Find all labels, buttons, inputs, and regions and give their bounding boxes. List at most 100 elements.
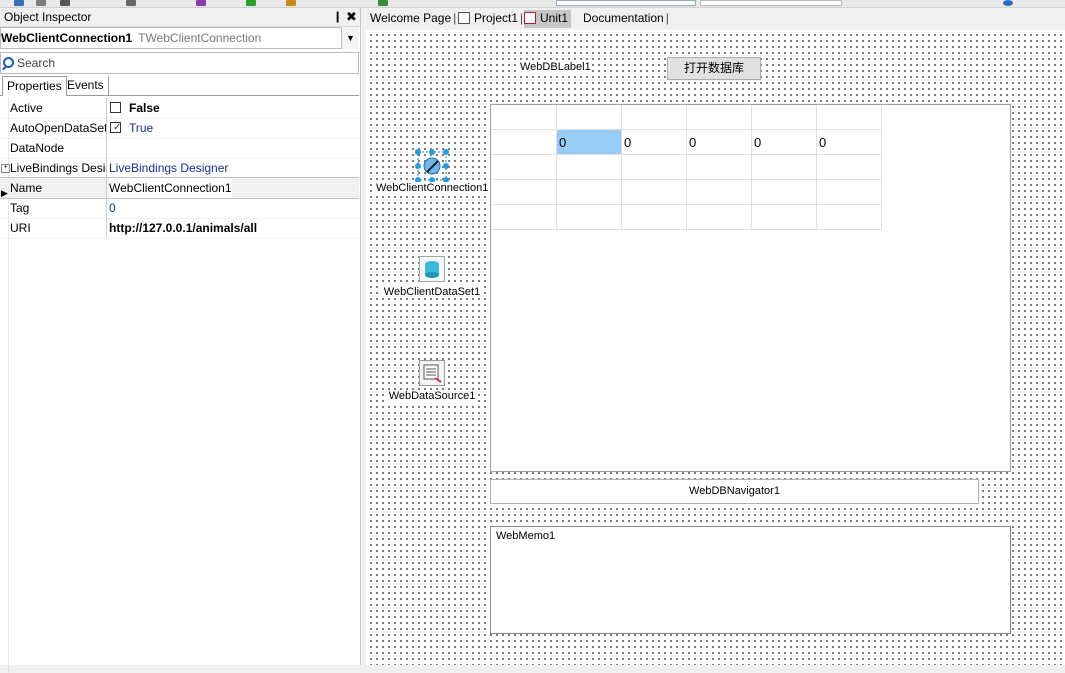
search-icon-handle [2,65,7,71]
tab-properties[interactable]: Properties [2,76,67,96]
property-value[interactable]: http://127.0.0.1/animals/all [109,218,257,238]
tab-welcome-page[interactable]: Welcome Page [370,10,456,28]
grid-cell[interactable]: 0 [622,130,687,155]
view-icon[interactable] [196,0,206,6]
tab-documentation[interactable]: Documentation [583,10,669,28]
dataset-icon [419,256,445,282]
pin-icon[interactable]: ❙ [333,10,342,23]
grid-cell[interactable] [817,205,882,230]
autoopendataset-checkbox[interactable]: ✓ [110,122,121,133]
tab-unit[interactable]: Unit1 [524,10,572,28]
property-row-uri[interactable]: URI http://127.0.0.1/animals/all [0,218,359,239]
platform-dropdown[interactable] [700,0,842,6]
grid-cell[interactable] [557,180,622,205]
grid-cell[interactable] [622,155,687,180]
grid-cell[interactable] [687,180,752,205]
debug-icon[interactable] [286,0,296,6]
client-connection-icon [415,149,449,183]
property-key: Name [10,181,43,195]
property-key: DataNode [10,141,65,155]
inspector-tabs: Properties Events [0,76,359,96]
grid-header-cell [687,105,752,130]
grid-header-cell [622,105,687,130]
tab-label: Documentation [583,11,664,25]
open-database-button[interactable]: 打开数据库 [667,57,761,80]
webmemo[interactable]: WebMemo1 [490,526,1011,634]
grid-cell[interactable] [622,180,687,205]
webdbnavigator[interactable]: WebDBNavigator1 [490,479,979,504]
property-row-active[interactable]: Active False [0,98,359,119]
grid-cell[interactable]: 0 [687,130,752,155]
grid-header-cell [491,105,557,130]
open-icon[interactable] [60,0,70,6]
grid-cell-selected[interactable]: 0 [557,130,622,155]
grid-header-cell [817,105,882,130]
grid-cell[interactable] [817,155,882,180]
grid-cell[interactable] [817,180,882,205]
component-webclientdataset[interactable]: WebClientDataSet1 [382,256,482,302]
check-icon: ✓ [113,122,122,133]
expand-icon[interactable]: + [1,164,10,173]
grid-cell[interactable] [557,155,622,180]
component-caption: WebClientDataSet1 [382,286,482,298]
property-row-autoopendataset[interactable]: AutoOpenDataSet ✓ True [0,118,359,139]
grid-cell[interactable] [752,155,817,180]
property-key: AutoOpenDataSet [10,121,106,135]
webdblabel[interactable]: WebDBLabel1 [520,61,591,73]
grid-row-indicator [491,180,557,205]
tab-label: Project1 [474,11,519,25]
grid-cell[interactable]: 0 [817,130,882,155]
help-icon[interactable] [1003,0,1013,6]
run-icon[interactable] [246,0,256,6]
data-grid[interactable]: 0 0 0 0 0 [490,104,1011,472]
property-key: URI [10,221,31,235]
tab-label: Welcome Page [370,11,452,25]
grid-cell[interactable] [622,205,687,230]
property-key: LiveBindings Designer [10,161,106,175]
component-webclientconnection[interactable]: WebClientConnection1 [376,148,488,196]
grid-header-cell [752,105,817,130]
tab-events[interactable]: Events [63,76,109,96]
property-row-livebindings[interactable]: + LiveBindings Designer LiveBindings Des… [0,158,359,179]
grid-cell[interactable] [557,205,622,230]
property-value: False [129,101,160,115]
grid-cell[interactable]: 0 [752,130,817,155]
selected-object-class: TWebClientConnection [138,31,262,45]
save-all-icon[interactable] [36,0,46,6]
grid-cell[interactable] [687,205,752,230]
property-value[interactable]: LiveBindings Designer [109,158,228,178]
grid-row-indicator [491,130,557,155]
property-row-datanode[interactable]: DataNode [0,138,359,159]
component-webdatasource[interactable]: WebDataSource1 [388,360,476,406]
tab-label: Unit1 [540,11,569,25]
close-icon[interactable]: ✖ [346,9,357,25]
grid-row-indicator [491,205,557,230]
property-key: Tag [10,201,30,215]
grid-cell[interactable] [752,180,817,205]
object-selector[interactable]: WebClientConnection1 TWebClientConnection [0,27,359,49]
new-icon[interactable] [126,0,136,6]
datasource-icon [419,360,445,386]
search-input[interactable]: Search [0,52,359,74]
step-icon[interactable] [378,0,388,6]
property-value[interactable]: 0 [109,198,116,218]
property-value: True [129,121,154,135]
chevron-down-icon[interactable]: ▼ [341,27,359,49]
grid-cell[interactable] [687,155,752,180]
object-inspector-panel: Object Inspector ❙ ✖ WebClientConnection… [0,8,361,673]
unit-edit-icon [524,12,536,24]
search-placeholder: Search [17,56,56,70]
active-checkbox[interactable] [110,102,121,113]
save-icon[interactable] [14,0,24,6]
property-value[interactable]: WebClientConnection1 [109,178,232,198]
component-caption: WebDataSource1 [388,390,476,402]
project-icon [458,12,470,24]
property-row-tag[interactable]: Tag 0 [0,198,359,219]
property-row-name[interactable]: ▶ Name WebClientConnection1 [0,177,359,199]
editor-tab-bar: Welcome Page Project1 Unit1 Documentatio… [361,8,1065,29]
grid-cell[interactable] [752,205,817,230]
grid-row-indicator [491,155,557,180]
config-dropdown[interactable] [556,0,696,6]
selected-object-name: WebClientConnection1 [1,31,133,45]
tab-project[interactable]: Project1 [458,10,523,28]
